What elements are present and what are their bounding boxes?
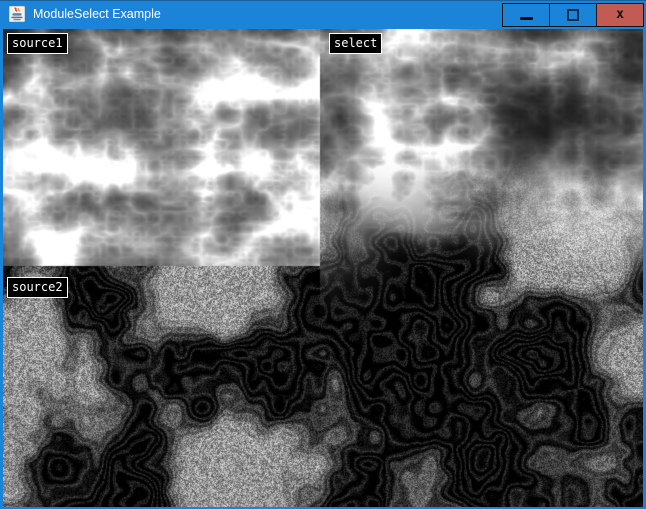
close-button[interactable]: x	[596, 3, 644, 27]
render-area: source1 select source2	[3, 29, 643, 507]
minimize-button[interactable]	[502, 3, 550, 27]
java-coffee-cup-icon	[9, 6, 25, 22]
source1-label: source1	[7, 33, 68, 54]
window-title: ModuleSelect Example	[33, 1, 161, 28]
maximize-button[interactable]	[549, 3, 597, 27]
minimize-icon	[520, 17, 533, 20]
window-controls: x	[502, 3, 644, 27]
select-label: select	[329, 33, 382, 54]
close-icon: x	[616, 7, 624, 22]
maximize-icon	[567, 9, 579, 21]
source2-label: source2	[7, 277, 68, 298]
app-window: ModuleSelect Example x source1 select so…	[0, 0, 646, 509]
noise-render-canvas	[3, 29, 643, 507]
titlebar[interactable]: ModuleSelect Example x	[0, 1, 646, 29]
